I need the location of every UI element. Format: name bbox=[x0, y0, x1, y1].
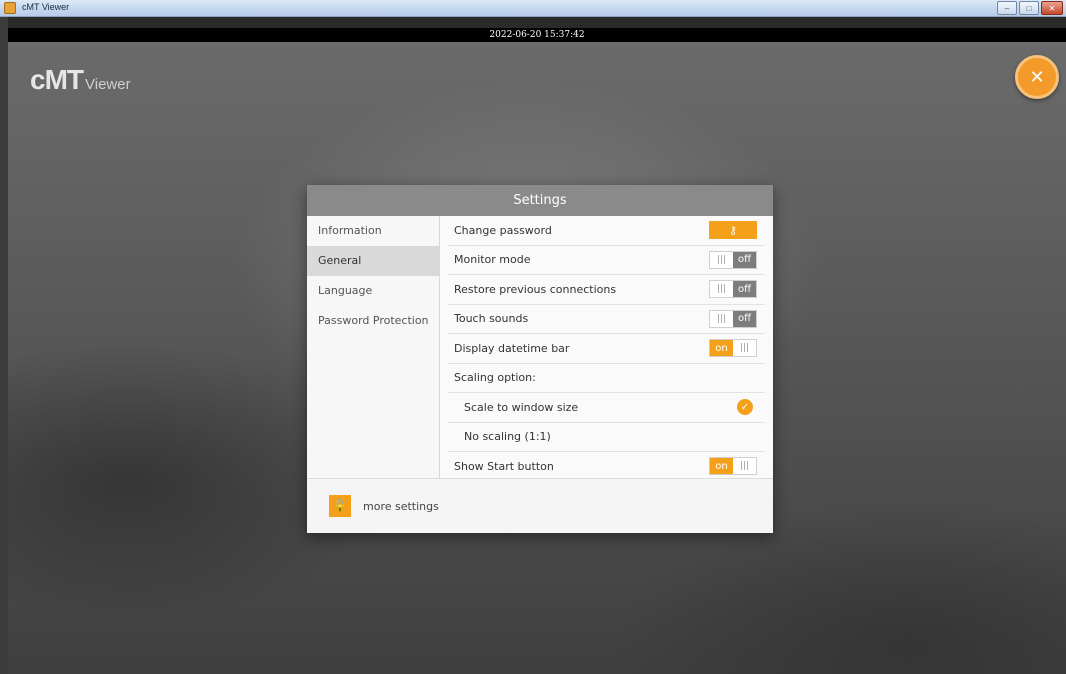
more-settings-label[interactable]: more settings bbox=[363, 500, 439, 513]
setting-label: Change password bbox=[454, 223, 552, 237]
window-close-button[interactable]: ✕ bbox=[1041, 1, 1063, 15]
cmt-viewer-logo: cMT Viewer bbox=[30, 64, 131, 96]
nav-item-information[interactable]: Information bbox=[307, 216, 439, 246]
settings-dialog: Settings Information General Language Pa… bbox=[307, 185, 773, 533]
logo-main-text: cMT bbox=[30, 64, 84, 95]
logo-sub-text: Viewer bbox=[85, 76, 131, 93]
setting-row-display-datetime-bar: Display datetime bar on ||| bbox=[448, 334, 765, 364]
app-icon bbox=[4, 2, 16, 14]
setting-row-show-start-button: Show Start button on ||| bbox=[448, 452, 765, 478]
toggle-state: off bbox=[733, 310, 756, 327]
setting-label: Scaling option: bbox=[454, 371, 536, 385]
setting-label: No scaling (1:1) bbox=[464, 430, 551, 444]
setting-label: Restore previous connections bbox=[454, 282, 617, 296]
nav-item-language[interactable]: Language bbox=[307, 276, 439, 306]
monitor-mode-toggle[interactable]: ||| off bbox=[709, 250, 757, 269]
window-titlebar: cMT Viewer – □ ✕ bbox=[0, 0, 1066, 17]
toggle-grip: ||| bbox=[733, 458, 756, 475]
dialog-body: Information General Language Password Pr… bbox=[307, 216, 773, 478]
settings-list[interactable]: Change password ⚷ Monitor mode ||| off R… bbox=[440, 216, 773, 478]
touch-sounds-toggle[interactable]: ||| off bbox=[709, 309, 757, 328]
toggle-state: on bbox=[710, 340, 733, 357]
toggle-state: off bbox=[733, 251, 756, 268]
minimize-button[interactable]: – bbox=[997, 1, 1017, 15]
change-password-button[interactable]: ⚷ bbox=[709, 221, 757, 240]
more-settings-lock-button[interactable]: 🔓 bbox=[329, 495, 351, 517]
window-controls: – □ ✕ bbox=[997, 1, 1063, 15]
maximize-button[interactable]: □ bbox=[1019, 1, 1039, 15]
nav-item-general[interactable]: General bbox=[307, 246, 439, 276]
setting-row-touch-sounds: Touch sounds ||| off bbox=[448, 305, 765, 334]
setting-label: Scale to window size bbox=[464, 400, 579, 414]
display-datetime-bar-toggle[interactable]: on ||| bbox=[709, 339, 757, 358]
settings-nav: Information General Language Password Pr… bbox=[307, 216, 440, 478]
lock-icon: 🔓 bbox=[332, 499, 348, 513]
scaling-option-scale-to-window[interactable]: Scale to window size ✓ bbox=[448, 393, 765, 423]
key-icon: ⚷ bbox=[728, 223, 738, 237]
nav-item-password-protection[interactable]: Password Protection bbox=[307, 306, 439, 336]
toggle-grip: ||| bbox=[710, 310, 733, 327]
show-start-button-toggle[interactable]: on ||| bbox=[709, 457, 757, 476]
toggle-grip: ||| bbox=[710, 281, 733, 298]
toggle-state: off bbox=[733, 281, 756, 298]
restore-connections-toggle[interactable]: ||| off bbox=[709, 280, 757, 299]
setting-label: Display datetime bar bbox=[454, 341, 570, 355]
dialog-footer: 🔓 more settings bbox=[307, 478, 773, 533]
toggle-state: on bbox=[710, 458, 733, 475]
setting-row-change-password: Change password ⚷ bbox=[448, 216, 765, 246]
toggle-grip: ||| bbox=[710, 251, 733, 268]
setting-row-restore-connections: Restore previous connections ||| off bbox=[448, 275, 765, 305]
toggle-grip: ||| bbox=[733, 340, 756, 357]
datetime-bar: 2022-06-20 15:37:42 bbox=[8, 28, 1066, 42]
setting-label: Touch sounds bbox=[454, 312, 529, 326]
setting-row-monitor-mode: Monitor mode ||| off bbox=[448, 246, 765, 275]
window-title: cMT Viewer bbox=[22, 2, 70, 12]
dialog-title: Settings bbox=[307, 185, 773, 216]
setting-label: Show Start button bbox=[454, 459, 554, 473]
scaling-option-no-scaling[interactable]: No scaling (1:1) bbox=[448, 423, 765, 452]
setting-row-scaling-option: Scaling option: bbox=[448, 364, 765, 393]
check-icon: ✓ bbox=[737, 399, 753, 416]
close-settings-button[interactable]: ✕ bbox=[1015, 55, 1059, 99]
window-left-border bbox=[0, 17, 8, 674]
setting-label: Monitor mode bbox=[454, 253, 531, 267]
